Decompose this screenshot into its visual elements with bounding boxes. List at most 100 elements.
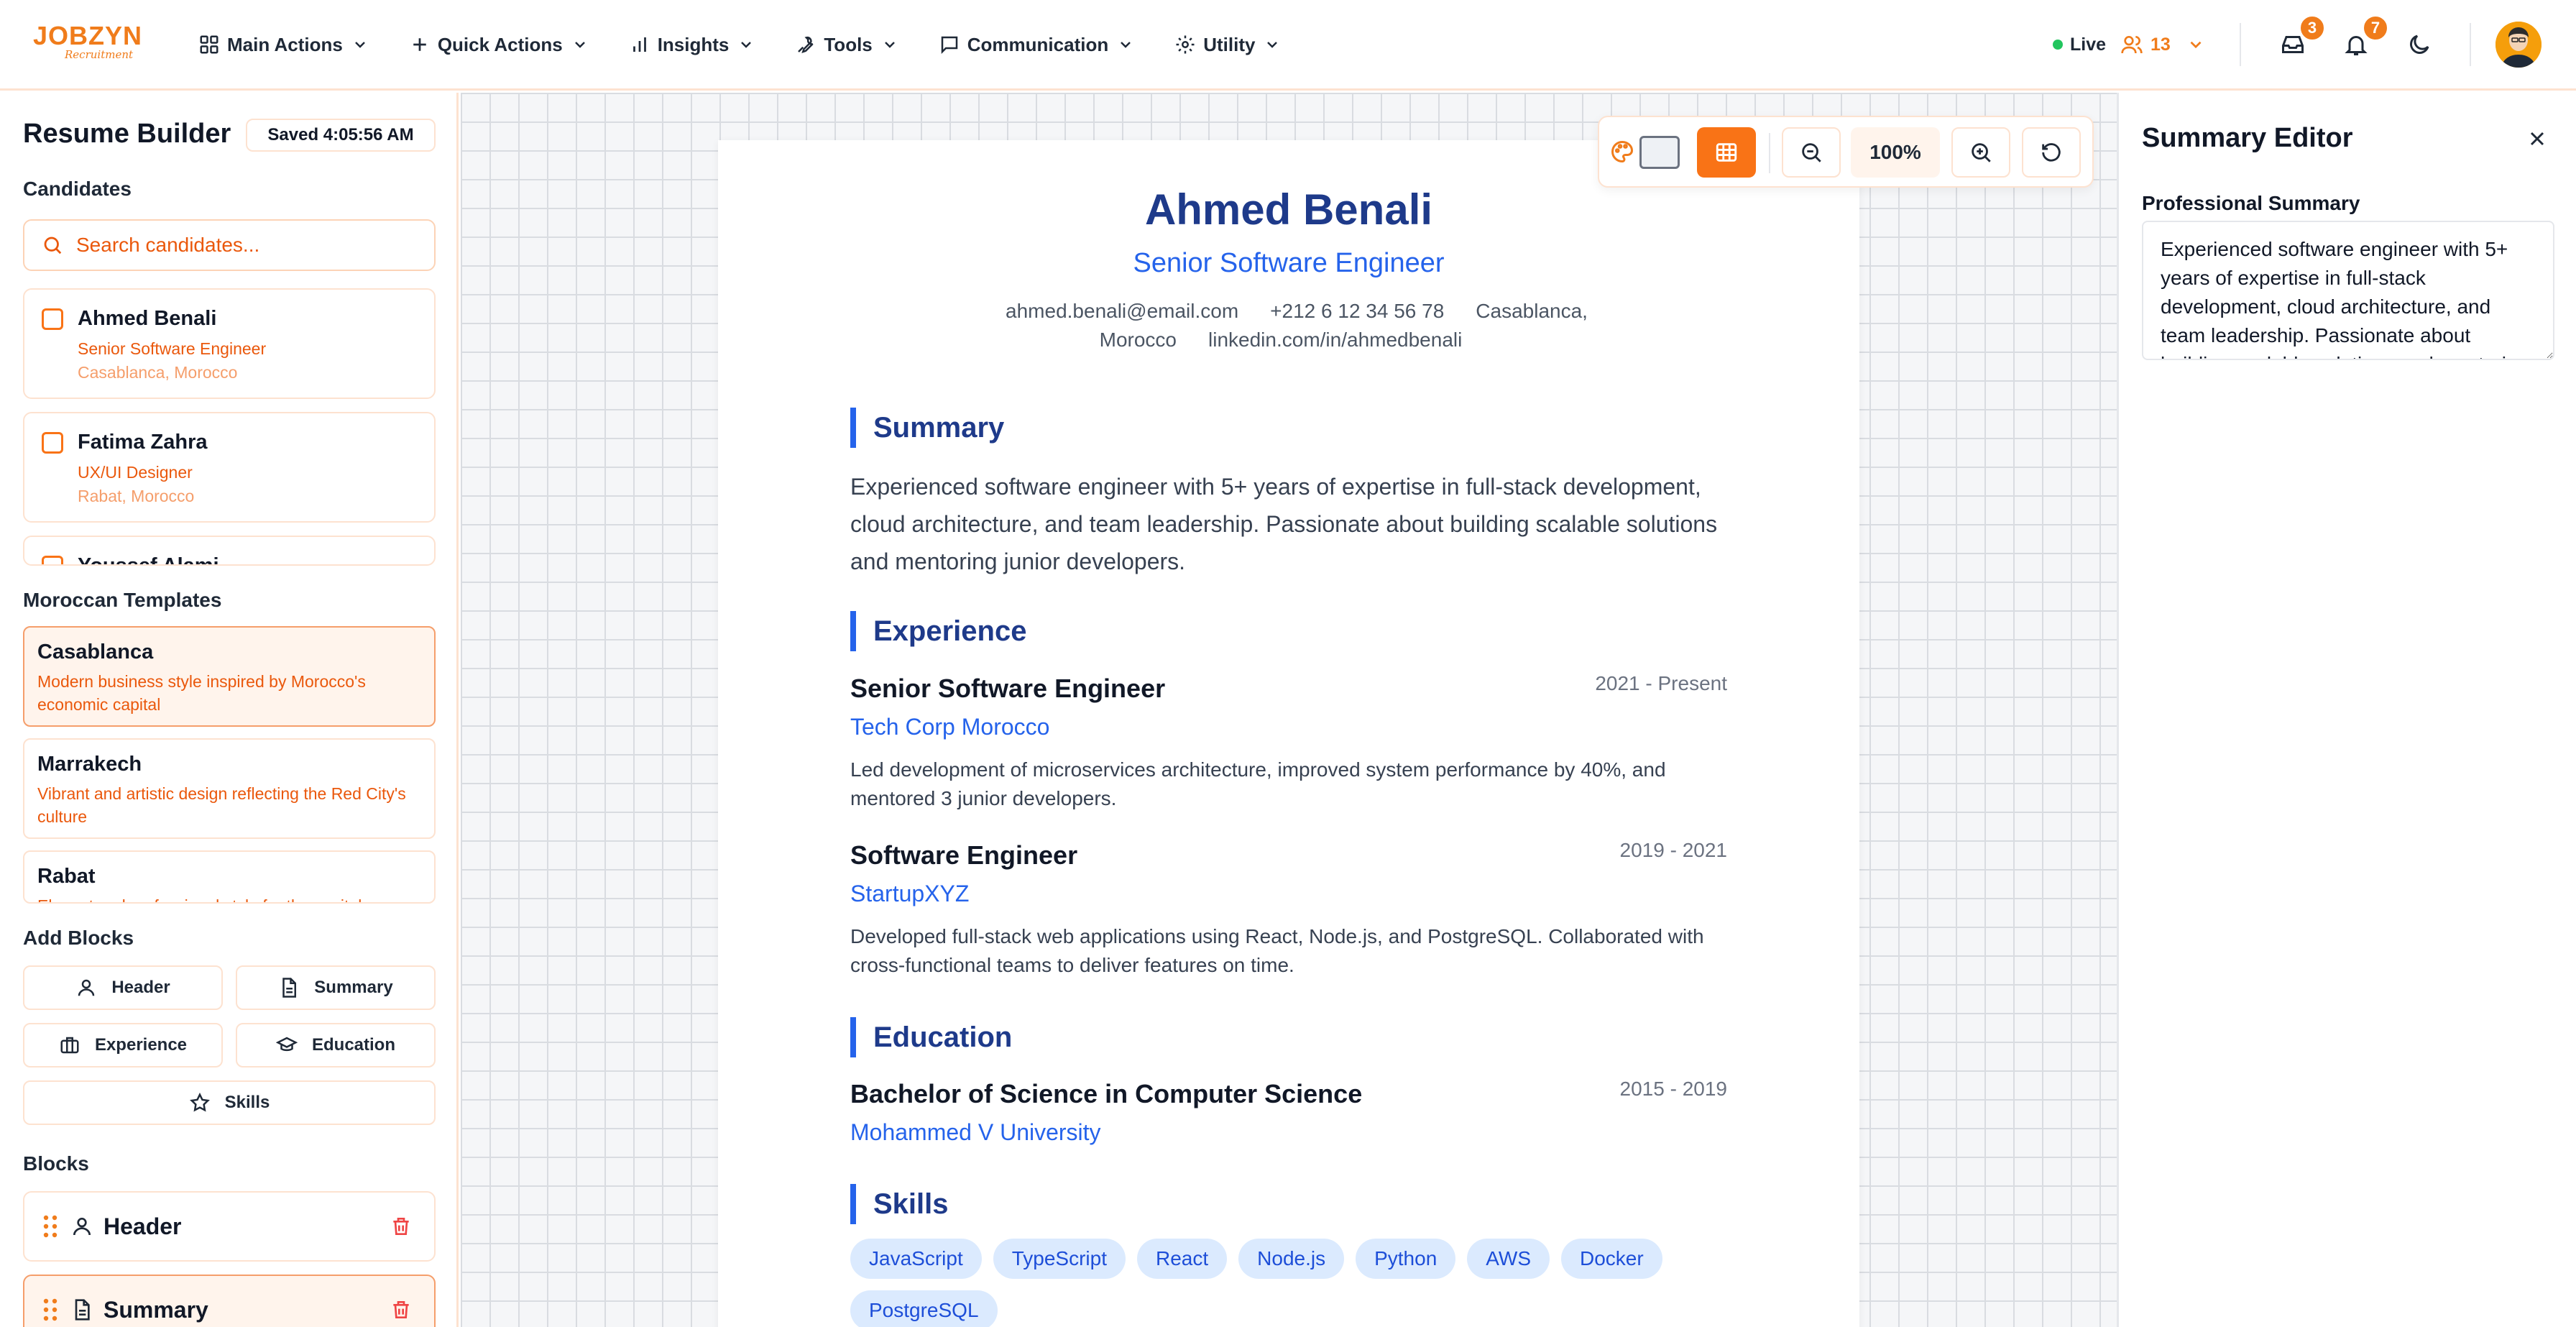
block-row-summary[interactable]: Summary	[23, 1275, 436, 1327]
nav-tools[interactable]: Tools	[795, 27, 898, 62]
nav-label: Communication	[967, 33, 1109, 55]
candidate-checkbox[interactable]	[42, 432, 63, 454]
canvas-toolbar: 100%	[1598, 116, 2094, 188]
brand-name: JOBZYN	[33, 21, 143, 50]
nav-insights[interactable]: Insights	[629, 27, 755, 62]
nav-main-actions[interactable]: Main Actions	[198, 27, 369, 62]
resume-title[interactable]: Senior Software Engineer	[718, 248, 1859, 279]
job-title: Software Engineer	[850, 840, 1078, 870]
grid-toggle-button[interactable]	[1697, 127, 1756, 178]
online-users[interactable]: 13	[2120, 33, 2212, 56]
star-icon	[189, 1092, 210, 1112]
jobzyn-logo[interactable]: JOBZYN Recruitment	[33, 21, 143, 63]
section-heading-skills[interactable]: Skills	[850, 1184, 949, 1224]
contact-linkedin: linkedin.com/in/ahmedbenali	[1208, 329, 1463, 351]
chevron-down-icon	[741, 42, 752, 48]
candidate-card[interactable]: Ahmed Benali Senior Software Engineer Ca…	[23, 288, 436, 399]
nav-utility[interactable]: Utility	[1174, 27, 1281, 62]
nav-communication[interactable]: Communication	[939, 27, 1134, 62]
reset-zoom-button[interactable]	[2022, 127, 2081, 178]
add-header-button[interactable]: Header	[23, 965, 223, 1010]
avatar[interactable]	[2496, 22, 2542, 68]
nav-quick-actions[interactable]: Quick Actions	[409, 27, 589, 62]
add-experience-button[interactable]: Experience	[23, 1023, 223, 1067]
button-label: Education	[311, 1035, 395, 1055]
resume-contact[interactable]: ahmed.benali@email.com +212 6 12 34 56 78…	[977, 297, 1601, 354]
education-school: Mohammed V University	[850, 1119, 1101, 1145]
candidate-card[interactable]: Youssef Alami	[23, 536, 436, 566]
skills-list: JavaScript TypeScript React Node.js Pyth…	[850, 1239, 1734, 1327]
add-education-button[interactable]: Education	[236, 1023, 436, 1067]
search-input[interactable]: Search candidates...	[23, 219, 436, 271]
zoom-out-button[interactable]	[1782, 127, 1841, 178]
nav-label: Utility	[1203, 33, 1256, 55]
resume-name[interactable]: Ahmed Benali	[718, 185, 1859, 234]
divider	[2240, 23, 2241, 66]
search-placeholder: Search candidates...	[76, 234, 260, 256]
divider	[2470, 23, 2471, 66]
moon-icon[interactable]	[2406, 32, 2432, 58]
close-icon[interactable]	[2526, 127, 2549, 150]
section-heading-experience[interactable]: Experience	[850, 611, 1026, 651]
summary-editor-panel: Summary Editor Professional Summary Expe…	[2117, 93, 2576, 1327]
add-skills-button[interactable]: Skills	[23, 1080, 436, 1125]
template-name: Marrakech	[37, 753, 142, 776]
saved-status: Saved 4:05:56 AM	[246, 119, 436, 152]
grid-icon	[200, 35, 218, 54]
skill-tag: Docker	[1561, 1239, 1662, 1279]
chevron-down-icon	[1121, 42, 1131, 48]
users-icon	[2121, 36, 2143, 54]
candidate-checkbox[interactable]	[42, 308, 63, 330]
drag-handle-icon[interactable]	[43, 1215, 58, 1238]
trash-icon[interactable]	[390, 1215, 413, 1238]
live-dot	[2053, 40, 2063, 50]
candidate-role: UX/UI Designer	[78, 463, 193, 482]
drag-handle-icon[interactable]	[43, 1298, 58, 1321]
job-company: StartupXYZ	[850, 881, 970, 906]
candidate-role: Senior Software Engineer	[78, 339, 267, 358]
button-label: Experience	[94, 1035, 188, 1055]
resume-canvas[interactable]: Ahmed Benali Senior Software Engineer ah…	[461, 93, 2117, 1327]
section-heading-summary[interactable]: Summary	[850, 408, 1004, 448]
button-label: Header	[111, 978, 170, 997]
templates-label: Moroccan Templates	[23, 589, 222, 611]
rotate-ccw-icon	[2042, 143, 2061, 162]
template-name: Casablanca	[37, 640, 154, 664]
block-row-header[interactable]: Header	[23, 1191, 436, 1262]
professional-summary-label: Professional Summary	[2142, 192, 2360, 214]
template-card-marrakech[interactable]: Marrakech Vibrant and artistic design re…	[23, 738, 436, 839]
main-nav: Main Actions Quick Actions Insights Tool…	[198, 27, 1321, 62]
candidate-checkbox[interactable]	[42, 556, 63, 564]
contact-phone: +212 6 12 34 56 78	[1270, 300, 1445, 322]
template-card-casablanca[interactable]: Casablanca Modern business style inspire…	[23, 626, 436, 727]
template-card-rabat[interactable]: Rabat Elegant and professional style for…	[23, 850, 436, 904]
professional-summary-textarea[interactable]: Experienced software engineer with 5+ ye…	[2142, 221, 2554, 360]
notification-badge: 7	[2362, 14, 2389, 42]
user-icon	[78, 979, 95, 996]
editor-title: Summary Editor	[2142, 123, 2353, 153]
candidate-card[interactable]: Fatima Zahra UX/UI Designer Rabat, Moroc…	[23, 412, 436, 523]
palette-icon[interactable]	[1609, 139, 1635, 165]
resume-summary[interactable]: Experienced software engineer with 5+ ye…	[850, 468, 1734, 580]
add-summary-button[interactable]: Summary	[236, 965, 436, 1010]
zoom-in-button[interactable]	[1951, 127, 2010, 178]
users-count: 13	[2150, 34, 2171, 55]
chevron-down-icon	[884, 42, 895, 48]
user-avatar-icon	[2496, 22, 2542, 68]
live-status[interactable]: Live 13	[2053, 33, 2212, 56]
template-desc: Vibrant and artistic design reflecting t…	[37, 784, 406, 826]
job-company: Tech Corp Morocco	[850, 714, 1050, 740]
background-color-swatch[interactable]	[1639, 136, 1680, 169]
chevron-down-icon	[1267, 42, 1278, 48]
education-dates: 2015 - 2019	[1619, 1078, 1727, 1100]
left-sidebar: Resume Builder Saved 4:05:56 AM Candidat…	[0, 93, 459, 1327]
section-heading-education[interactable]: Education	[850, 1017, 1012, 1057]
candidate-name: Fatima Zahra	[78, 431, 208, 454]
trash-icon[interactable]	[390, 1298, 413, 1321]
resume-page[interactable]: Ahmed Benali Senior Software Engineer ah…	[718, 140, 1859, 1327]
skill-tag: React	[1137, 1239, 1228, 1279]
page-title: Resume Builder	[23, 119, 231, 149]
candidate-location: Rabat, Morocco	[78, 487, 195, 505]
skill-tag: PostgreSQL	[850, 1290, 998, 1327]
template-name: Rabat	[37, 865, 96, 888]
